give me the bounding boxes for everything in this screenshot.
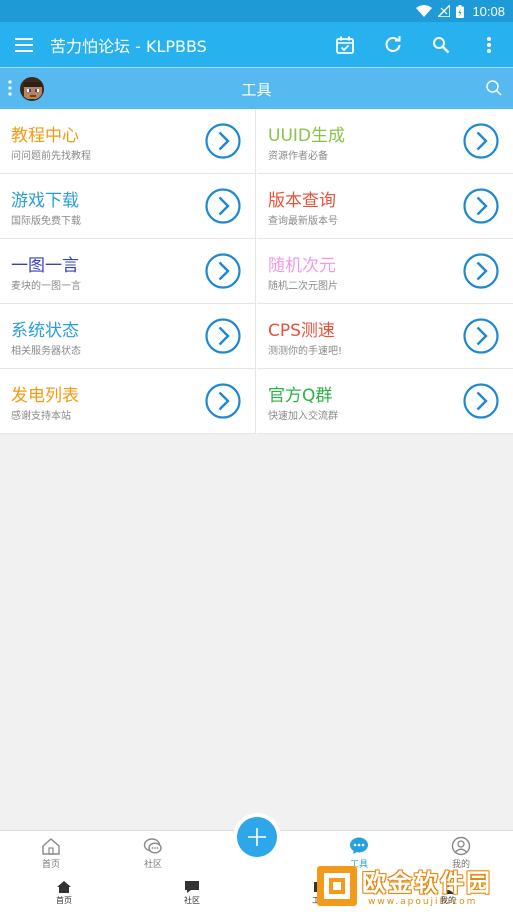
- tab2-community-label: 社区: [184, 896, 200, 905]
- tool-item[interactable]: UUID生成 资源作者必备: [257, 109, 513, 174]
- tool-item[interactable]: 官方Q群 快速加入交流群: [257, 369, 513, 434]
- refresh-button[interactable]: [369, 22, 417, 67]
- tool-item[interactable]: 版本查询 查询最新版本号: [257, 174, 513, 239]
- search-icon[interactable]: [485, 79, 503, 101]
- wifi-icon: [416, 5, 433, 17]
- home-icon: [42, 838, 60, 855]
- tool-subtitle: 随机二次元图片: [268, 281, 338, 292]
- tool-subtitle: 测测你的手速吧!: [268, 346, 343, 357]
- search-icon: [433, 36, 450, 53]
- tool-item[interactable]: 发电列表 感谢支持本站: [0, 369, 256, 434]
- tools-header: 工具: [0, 67, 513, 109]
- tool-title: 版本查询: [268, 191, 336, 211]
- status-bar: 10:08: [0, 0, 513, 22]
- tool-subtitle: 相关服务器状态: [11, 346, 81, 357]
- app-title: 苦力怕论坛 - KLPBBS: [50, 36, 207, 56]
- tool-subtitle: 资源作者必备: [268, 151, 328, 162]
- chevron-right-circle-icon[interactable]: [463, 383, 499, 419]
- tab-community[interactable]: 社区: [123, 835, 183, 870]
- no-signal-icon: [438, 5, 451, 17]
- tool-title: 游戏下载: [11, 191, 79, 211]
- search-button[interactable]: [417, 22, 465, 67]
- tool-subtitle: 问问题前先找教程: [11, 151, 91, 162]
- watermark-logo-icon: [317, 866, 357, 906]
- tool-item[interactable]: 教程中心 问问题前先找教程: [0, 109, 256, 174]
- site-watermark: 欧金软件园 www.apoujin.com: [310, 861, 513, 912]
- tool-title: 一图一言: [11, 256, 79, 276]
- tool-item[interactable]: 随机次元 随机二次元图片: [257, 239, 513, 304]
- refresh-icon: [385, 35, 401, 52]
- chat-icon: [143, 838, 162, 854]
- comment-icon: [185, 881, 199, 893]
- tab-community-label: 社区: [143, 860, 162, 870]
- calendar-check-icon: [336, 36, 354, 54]
- watermark-text: 欧金软件园: [362, 869, 492, 897]
- chevron-right-circle-icon[interactable]: [205, 123, 241, 159]
- chevron-right-circle-icon[interactable]: [463, 253, 499, 289]
- watermark-url: www.apoujin.com: [368, 897, 478, 907]
- chevron-right-circle-icon[interactable]: [205, 318, 241, 354]
- tab-home-label: 首页: [41, 860, 60, 870]
- menu-button[interactable]: [0, 22, 48, 67]
- tool-title: 系统状态: [11, 321, 79, 341]
- tool-item[interactable]: 游戏下载 国际版免费下载: [0, 174, 256, 239]
- tool-subtitle: 查询最新版本号: [268, 216, 338, 227]
- chevron-right-circle-icon[interactable]: [463, 123, 499, 159]
- tab2-community[interactable]: 社区: [162, 879, 222, 906]
- chevron-right-circle-icon[interactable]: [205, 253, 241, 289]
- checkin-button[interactable]: [321, 22, 369, 67]
- chevron-right-circle-icon[interactable]: [205, 383, 241, 419]
- tool-title: 官方Q群: [268, 386, 333, 406]
- plus-icon: [248, 828, 266, 846]
- tab2-home[interactable]: 首页: [34, 879, 94, 906]
- chevron-right-circle-icon[interactable]: [205, 188, 241, 224]
- tool-subtitle: 感谢支持本站: [11, 411, 71, 422]
- page-title: 工具: [241, 81, 272, 99]
- chevron-right-circle-icon[interactable]: [463, 188, 499, 224]
- tool-title: 发电列表: [11, 386, 79, 406]
- more-vertical-icon: [487, 36, 491, 53]
- tools-grid: 教程中心 问问题前先找教程 UUID生成 资源作者必备 游戏下载 国际版免费下载…: [0, 109, 513, 434]
- app-toolbar: 苦力怕论坛 - KLPBBS: [0, 22, 513, 67]
- tool-item[interactable]: 系统状态 相关服务器状态: [0, 304, 256, 369]
- tab-home[interactable]: 首页: [21, 835, 81, 870]
- tab2-home-label: 首页: [56, 896, 72, 905]
- tool-subtitle: 国际版免费下载: [11, 216, 81, 227]
- user-icon: [451, 836, 471, 856]
- add-post-button[interactable]: [237, 817, 277, 857]
- home-icon: [57, 881, 71, 893]
- more-button[interactable]: [465, 22, 513, 67]
- tool-title: 教程中心: [11, 126, 79, 146]
- battery-icon: [456, 4, 465, 18]
- hamburger-icon: [15, 37, 33, 52]
- tool-subtitle: 快速加入交流群: [268, 411, 338, 422]
- status-time: 10:08: [472, 3, 505, 19]
- chevron-right-circle-icon[interactable]: [463, 318, 499, 354]
- tool-title: CPS测速: [268, 321, 335, 341]
- tool-subtitle: 麦块的一图一言: [11, 281, 81, 292]
- tool-title: UUID生成: [268, 126, 345, 146]
- tool-title: 随机次元: [268, 256, 336, 276]
- tools-chat-icon: [350, 837, 368, 854]
- tool-item[interactable]: 一图一言 麦块的一图一言: [0, 239, 256, 304]
- tool-item[interactable]: CPS测速 测测你的手速吧!: [257, 304, 513, 369]
